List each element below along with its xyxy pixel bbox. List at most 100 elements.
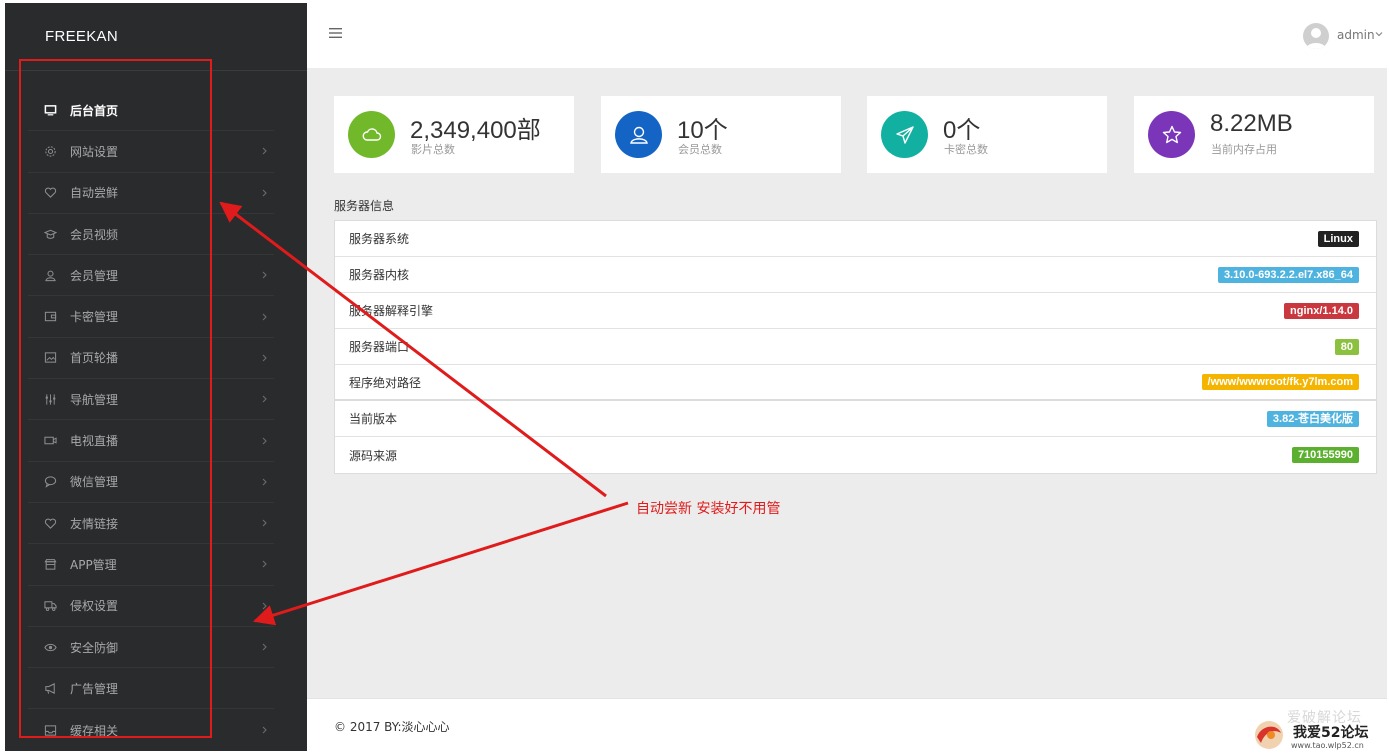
sidebar-item-0[interactable]: 后台首页 (28, 90, 274, 132)
sidebar-item-label: 后台首页 (70, 103, 119, 118)
chevron-right-icon (262, 148, 267, 155)
chevron-right-icon (262, 354, 267, 362)
annotation-text: 自动尝新 安装好不用管 (636, 501, 781, 517)
stat-label: 影片总数 (411, 143, 455, 156)
stat-card-memory: 8.22MB 当前内存占用 (1134, 96, 1374, 173)
stat-label: 卡密总数 (944, 143, 988, 156)
sidebar-item-2[interactable]: 自动尝鲜 (28, 173, 274, 214)
star-icon (1162, 125, 1181, 143)
stat-label: 当前内存占用 (1211, 143, 1277, 156)
inbox-icon (43, 723, 57, 737)
top-header: admin (307, 3, 1387, 69)
sidebar-item-label: 首页轮播 (70, 351, 119, 366)
stat-value: 2,349,400部 (410, 117, 541, 144)
server-info-title: 服务器信息 (334, 199, 395, 213)
sidebar-item-label: 会员管理 (70, 268, 119, 283)
sidebar-item-12[interactable]: 侵权设置 (28, 586, 274, 627)
gear-icon (43, 144, 57, 158)
brand-logo[interactable]: FREEKAN (45, 28, 118, 45)
server-info-table: 服务器系统 Linux 服务器内核 3.10.0-693.2.2.el7.x86_64… (334, 220, 1377, 474)
sidebar-item-label: 友情链接 (70, 516, 119, 531)
sidebar-item-15[interactable]: 缓存相关 (28, 709, 274, 750)
user-name[interactable]: admin (1337, 28, 1375, 42)
sidebar-item-5[interactable]: 卡密管理 (28, 296, 274, 338)
stat-label: 会员总数 (678, 143, 722, 156)
chevron-right-icon (262, 602, 267, 610)
server-info-key: 服务器系统 (349, 232, 410, 246)
server-info-row: 服务器端口 80 (335, 329, 1376, 365)
sidebar-item-label: 网站设置 (70, 144, 119, 159)
server-info-row: 服务器内核 3.10.0-693.2.2.el7.x86_64 (335, 257, 1376, 293)
sidebar-item-9[interactable]: 微信管理 (28, 462, 274, 503)
watermark-main-text: 我爱52论坛 (1293, 725, 1369, 741)
sidebar: FREEKAN 后台首页网站设置自动尝鲜会员视频会员管理卡密管理首页轮播导航管理… (5, 3, 307, 751)
hamburger-menu-icon[interactable] (329, 27, 343, 39)
heart-icon (43, 186, 57, 200)
stat-card-members: 10个 会员总数 (601, 96, 841, 173)
server-info-badge: 710155990 (1291, 447, 1359, 463)
eye-icon (43, 640, 57, 654)
chevron-right-icon (262, 726, 267, 734)
sidebar-item-label: 卡密管理 (70, 310, 119, 325)
stat-value: 10个 (677, 117, 728, 144)
sidebar-item-11[interactable]: APP管理 (28, 544, 274, 586)
stat-value: 0个 (943, 117, 981, 144)
sidebar-item-10[interactable]: 友情链接 (28, 503, 274, 545)
stat-icon-circle (1148, 111, 1195, 158)
chevron-right-icon (262, 643, 267, 651)
chevron-right-icon (262, 189, 267, 197)
wallet-icon (43, 310, 57, 324)
sidebar-item-6[interactable]: 首页轮播 (28, 338, 274, 380)
server-info-badge: 3.10.0-693.2.2.el7.x86_64 (1217, 266, 1359, 283)
watermark-logo (1255, 721, 1283, 749)
server-info-badge: nginx/1.14.0 (1284, 302, 1359, 319)
main-content: 2,349,400部 影片总数 10个 会员总数 0个 卡密总数 8.22MB … (307, 69, 1387, 698)
chevron-right-icon (262, 271, 267, 279)
copyright-text: © 2017 BY:淡心心心 (334, 720, 450, 734)
sidebar-item-7[interactable]: 导航管理 (28, 379, 274, 421)
server-info-key: 程序绝对路径 (349, 375, 422, 390)
sidebar-item-label: 安全防御 (70, 640, 119, 655)
user-avatar[interactable] (1303, 23, 1329, 49)
server-info-key: 当前版本 (349, 412, 398, 426)
server-info-row: 当前版本 3.82-苍白美化版 (335, 401, 1376, 437)
chevron-down-icon[interactable] (1375, 31, 1383, 37)
server-info-badge: Linux (1317, 230, 1359, 247)
server-info-key: 服务器内核 (349, 268, 410, 282)
video-camera-icon (43, 434, 57, 448)
cloud-icon (362, 127, 381, 141)
megaphone-icon (43, 681, 57, 695)
chevron-right-icon (262, 561, 267, 568)
sidebar-item-3[interactable]: 会员视频 (28, 214, 274, 256)
server-info-row: 服务器系统 Linux (335, 221, 1376, 257)
watermark-url: www.tao.wlp52.cn (1291, 741, 1364, 750)
sidebar-item-label: 广告管理 (70, 681, 119, 696)
sliders-icon (43, 392, 57, 406)
sidebar-item-13[interactable]: 安全防御 (28, 627, 274, 669)
server-info-badge: 80 (1334, 338, 1359, 355)
server-info-key: 源码来源 (349, 448, 398, 463)
sidebar-item-4[interactable]: 会员管理 (28, 255, 274, 297)
avatar-silhouette-icon (1306, 28, 1326, 49)
store-icon (43, 557, 57, 571)
sidebar-divider (5, 70, 307, 71)
stat-icon-circle (615, 111, 662, 158)
server-info-badge: /www/wwwroot/fk.y7lm.com (1201, 374, 1359, 390)
watermark: 爱破解论坛 我爱52论坛 www.tao.wlp52.cn (1251, 707, 1383, 751)
chevron-right-icon (262, 437, 267, 444)
server-info-row: 源码来源 710155990 (335, 437, 1376, 473)
sidebar-item-label: 自动尝鲜 (70, 186, 119, 201)
truck-icon (43, 599, 57, 613)
sidebar-item-label: APP管理 (70, 557, 117, 572)
sidebar-item-14[interactable]: 广告管理 (28, 668, 274, 710)
server-info-row: 服务器解释引擎 nginx/1.14.0 (335, 293, 1376, 329)
sidebar-item-1[interactable]: 网站设置 (28, 131, 274, 173)
footer: © 2017 BY:淡心心心 爱破解论坛 我爱52论坛 www.tao.wlp5… (307, 698, 1387, 751)
chevron-right-icon (262, 395, 267, 403)
stat-card-cards: 0个 卡密总数 (867, 96, 1107, 173)
server-info-key: 服务器解释引擎 (349, 304, 434, 318)
sidebar-item-label: 会员视频 (70, 227, 119, 242)
monitor-icon (43, 103, 57, 117)
stat-icon-circle (881, 111, 928, 158)
sidebar-item-8[interactable]: 电视直播 (28, 420, 274, 462)
